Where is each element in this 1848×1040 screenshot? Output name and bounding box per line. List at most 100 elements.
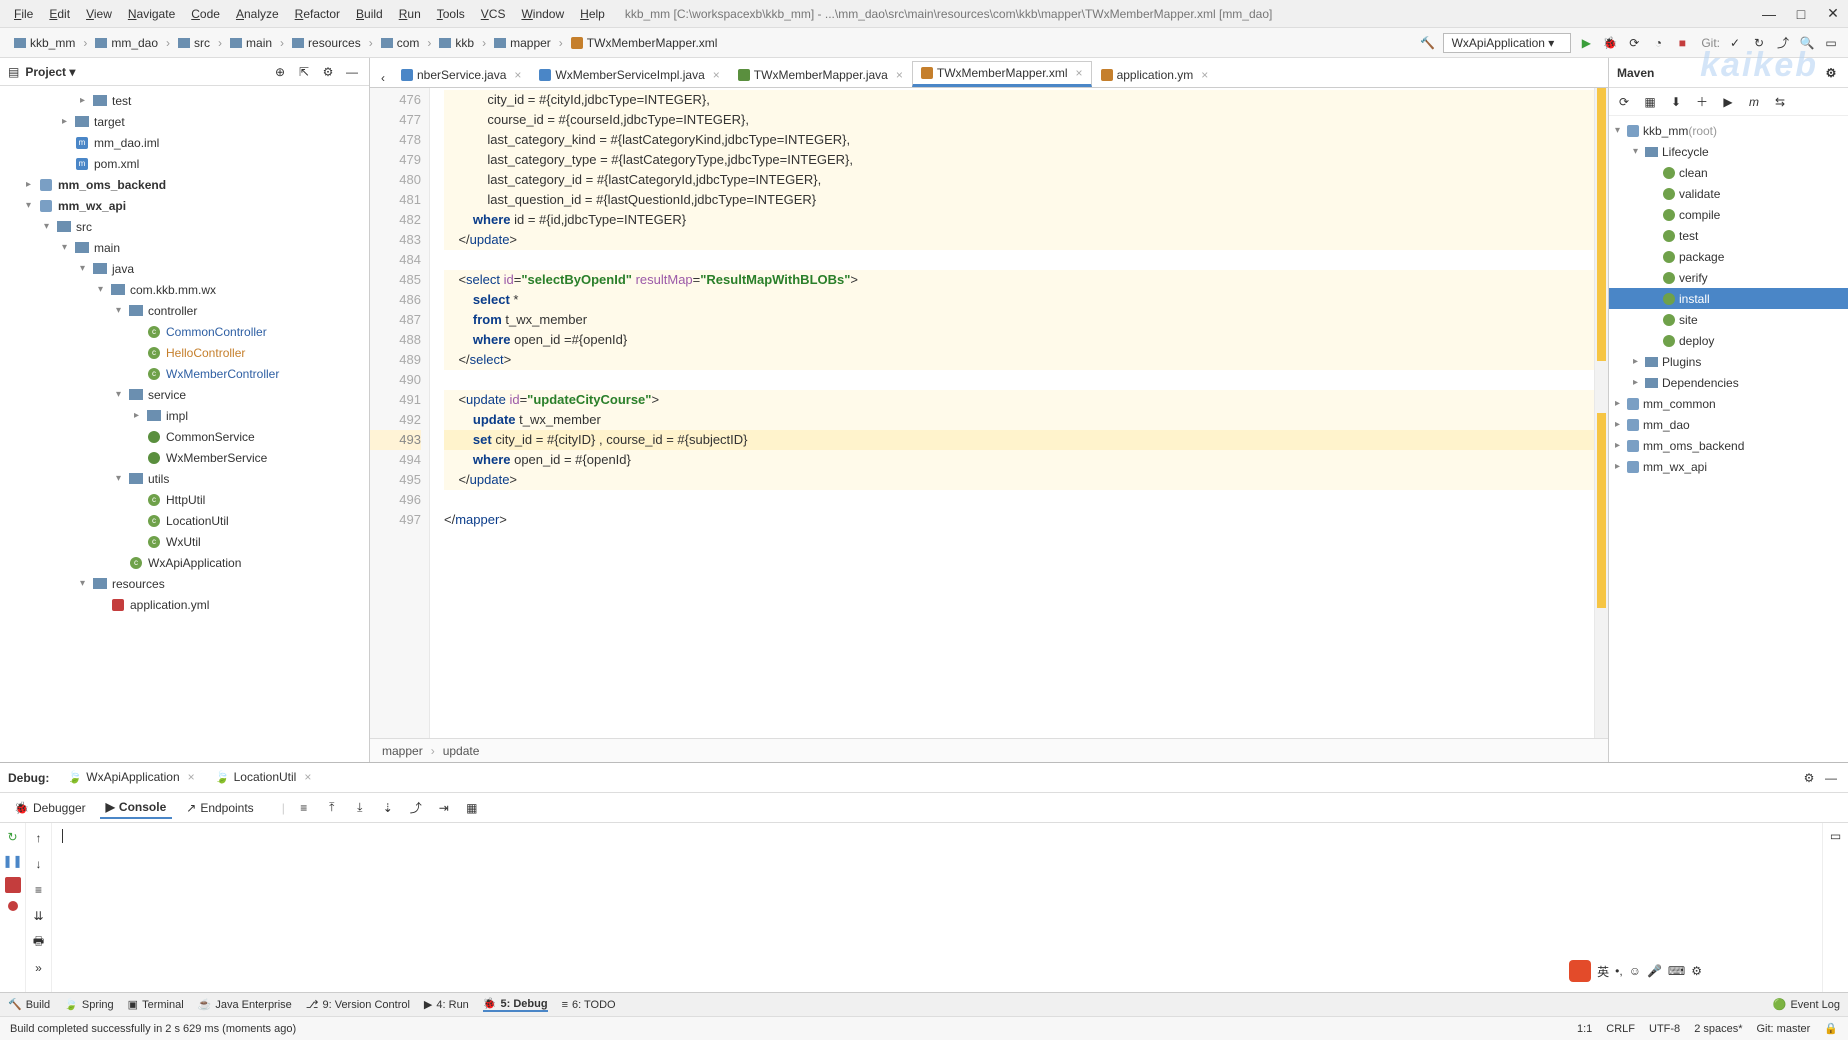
expand-icon[interactable]: ▾ (80, 578, 92, 589)
settings-gear-icon[interactable]: ⚙ (319, 63, 337, 81)
error-stripe[interactable] (1594, 88, 1608, 738)
project-node-resources[interactable]: ▾resources (0, 573, 369, 594)
project-node-mm_dao-iml[interactable]: mmm_dao.iml (0, 132, 369, 153)
editor-tab-application-ym[interactable]: application.ym× (1092, 61, 1218, 87)
breadcrumb-kkb_mm[interactable]: kkb_mm (8, 34, 81, 52)
git-update-icon[interactable]: ✓ (1726, 34, 1744, 52)
bottom-tab-5-debug[interactable]: 🐞5: Debug (483, 997, 548, 1012)
minimize-icon[interactable]: — (1760, 5, 1778, 23)
breadcrumb-kkb[interactable]: kkb (433, 34, 480, 52)
expand-icon[interactable]: ▸ (26, 179, 38, 190)
close-window-icon[interactable]: ✕ (1824, 5, 1842, 23)
ime-mic-icon[interactable]: 🎤 (1647, 964, 1662, 978)
expand-icon[interactable]: ▾ (80, 263, 92, 274)
menu-edit[interactable]: Edit (41, 7, 78, 21)
expand-icon[interactable]: ▸ (134, 410, 146, 421)
soft-wrap-icon[interactable]: ≡ (30, 881, 48, 899)
expand-icon[interactable]: ▾ (44, 221, 56, 232)
maven-node-mm_common[interactable]: ▸mm_common (1609, 393, 1848, 414)
maven-node-mm_dao[interactable]: ▸mm_dao (1609, 414, 1848, 435)
scroll-end-icon[interactable]: ⇊ (30, 907, 48, 925)
down-stack-icon[interactable]: ↓ (30, 855, 48, 873)
expand-icon[interactable]: ▾ (116, 305, 128, 316)
maven-node-deploy[interactable]: deploy (1609, 330, 1848, 351)
ide-settings-icon[interactable]: ▭ (1822, 34, 1840, 52)
editor-tab-twxmembermapper-xml[interactable]: TWxMemberMapper.xml× (912, 61, 1092, 87)
project-node-java[interactable]: ▾java (0, 258, 369, 279)
step-over-icon[interactable]: ≡ (295, 799, 313, 817)
bottom-tab-6-todo[interactable]: ≡6: TODO (562, 999, 616, 1011)
view-breakpoints-icon[interactable] (8, 901, 18, 911)
ime-keyboard-icon[interactable]: ⌨ (1668, 964, 1685, 978)
stop-debug-icon[interactable] (5, 877, 21, 893)
breadcrumb-twxmembermapper-xml[interactable]: TWxMemberMapper.xml (565, 34, 724, 52)
maven-node-plugins[interactable]: ▸Plugins (1609, 351, 1848, 372)
expand-icon[interactable]: ▸ (80, 95, 92, 106)
project-node-controller[interactable]: ▾controller (0, 300, 369, 321)
ime-settings-icon[interactable]: ⚙ (1691, 964, 1702, 978)
debug-layout-icon[interactable]: ▭ (1827, 827, 1845, 845)
search-icon[interactable]: 🔍 (1798, 34, 1816, 52)
maven-download-icon[interactable]: ⬇ (1667, 93, 1685, 111)
breadcrumb-mapper[interactable]: mapper (488, 34, 557, 52)
bottom-tab-terminal[interactable]: ▣Terminal (128, 998, 184, 1011)
project-node-src[interactable]: ▾src (0, 216, 369, 237)
debug-hide-icon[interactable]: — (1822, 769, 1840, 787)
up-stack-icon[interactable]: ↑ (30, 829, 48, 847)
expand-icon[interactable]: ▾ (98, 284, 110, 295)
project-node-wxapiapplication[interactable]: cWxApiApplication (0, 552, 369, 573)
project-node-mm_oms_backend[interactable]: ▸mm_oms_backend (0, 174, 369, 195)
more-icon[interactable]: » (30, 959, 48, 977)
tabs-scroll-left-icon[interactable]: ‹ (374, 69, 392, 87)
maven-node-dependencies[interactable]: ▸Dependencies (1609, 372, 1848, 393)
code-line-478[interactable]: last_category_kind = #{lastCategoryKind,… (444, 130, 1594, 150)
code-line-479[interactable]: last_category_type = #{lastCategoryType,… (444, 150, 1594, 170)
menu-navigate[interactable]: Navigate (120, 7, 183, 21)
status-caret-position[interactable]: 1:1 (1577, 1023, 1592, 1035)
project-node-application-yml[interactable]: application.yml (0, 594, 369, 615)
menu-help[interactable]: Help (572, 7, 613, 21)
debug-subtab-endpoints[interactable]: ↗Endpoints (180, 797, 259, 819)
locate-icon[interactable]: ⊕ (271, 63, 289, 81)
bottom-tab-spring[interactable]: 🍃Spring (64, 998, 114, 1011)
status-indent[interactable]: 2 spaces* (1694, 1023, 1742, 1035)
project-node-target[interactable]: ▸target (0, 111, 369, 132)
menu-window[interactable]: Window (513, 7, 572, 21)
expand-icon[interactable]: ▸ (62, 116, 74, 127)
maven-toggle-icon[interactable]: ⇆ (1771, 93, 1789, 111)
menu-vcs[interactable]: VCS (473, 7, 514, 21)
menu-refactor[interactable]: Refactor (287, 7, 348, 21)
maximize-icon[interactable]: □ (1792, 5, 1810, 23)
print-icon[interactable]: 🖶 (30, 933, 48, 951)
step-out-icon[interactable]: ⤓ (351, 799, 369, 817)
code-line-494[interactable]: where open_id = #{openId} (444, 450, 1594, 470)
maven-node-mm_oms_backend[interactable]: ▸mm_oms_backend (1609, 435, 1848, 456)
project-node-locationutil[interactable]: cLocationUtil (0, 510, 369, 531)
expand-icon[interactable]: ▾ (62, 242, 74, 253)
stop-icon[interactable]: ■ (1673, 34, 1691, 52)
code-line-491[interactable]: <update id="updateCityCourse"> (444, 390, 1594, 410)
step-into-icon[interactable]: ⤒ (323, 799, 341, 817)
code-line-493[interactable]: set city_id = #{cityID} , course_id = #{… (444, 430, 1594, 450)
maven-node-site[interactable]: site (1609, 309, 1848, 330)
run-to-cursor-icon[interactable]: ⇥ (435, 799, 453, 817)
maven-node-install[interactable]: install (1609, 288, 1848, 309)
code-line-490[interactable] (444, 370, 1594, 390)
code-line-482[interactable]: where id = #{id,jdbcType=INTEGER} (444, 210, 1594, 230)
status-lock-icon[interactable]: 🔒 (1824, 1022, 1838, 1035)
expand-icon[interactable]: ▸ (1615, 419, 1627, 430)
status-git-branch[interactable]: Git: master (1757, 1023, 1811, 1035)
breadcrumb-com[interactable]: com (375, 34, 426, 52)
ime-lang-icon[interactable]: 英 (1597, 963, 1609, 980)
expand-icon[interactable]: ▾ (1633, 146, 1645, 157)
project-node-test[interactable]: ▸test (0, 90, 369, 111)
gutter[interactable]: 4764774784794804814824834844854864874884… (370, 88, 430, 738)
expand-icon[interactable]: ▸ (1633, 356, 1645, 367)
evaluate-icon[interactable]: ▦ (463, 799, 481, 817)
maven-node-clean[interactable]: clean (1609, 162, 1848, 183)
maven-node-package[interactable]: package (1609, 246, 1848, 267)
code-line-483[interactable]: </update> (444, 230, 1594, 250)
debug-console[interactable]: 英 •, ☺ 🎤 ⌨ ⚙ (52, 823, 1822, 992)
project-node-impl[interactable]: ▸impl (0, 405, 369, 426)
expand-icon[interactable]: ▾ (26, 200, 38, 211)
